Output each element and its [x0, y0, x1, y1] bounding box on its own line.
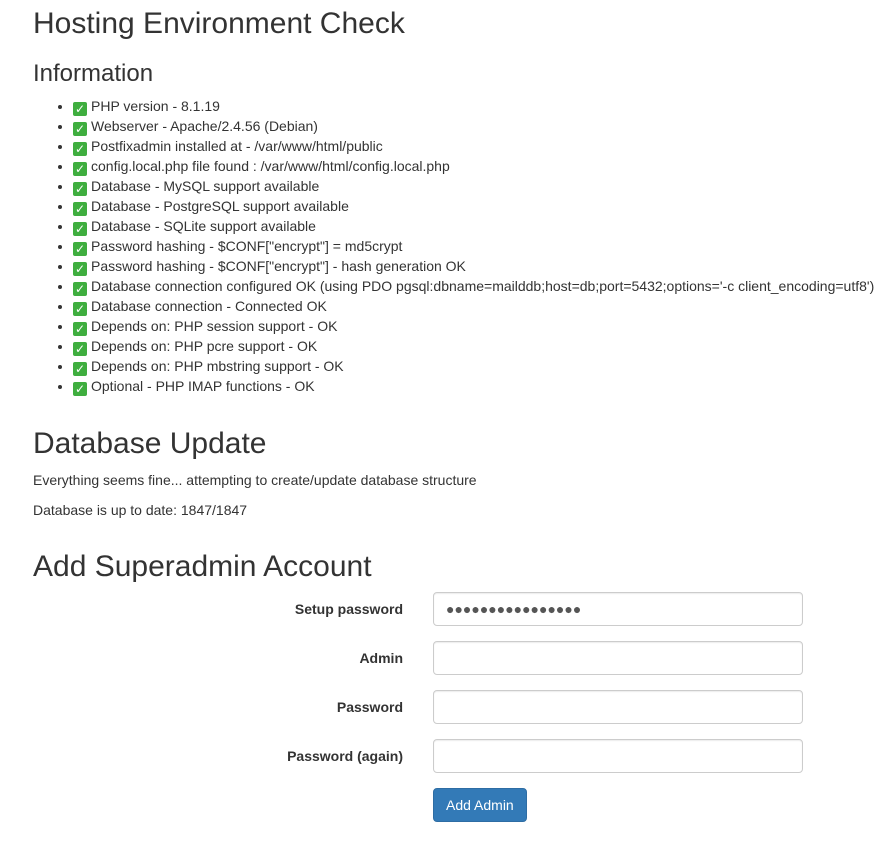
check-item: ✓ PHP version - 8.1.19 [73, 96, 874, 116]
check-item-text: Database connection - Connected OK [91, 298, 327, 314]
check-item: ✓ Depends on: PHP session support - OK [73, 316, 874, 336]
check-item: ✓ Database - MySQL support available [73, 176, 874, 196]
check-item: ✓ Webserver - Apache/2.4.56 (Debian) [73, 116, 874, 136]
check-mark-icon: ✓ [73, 262, 87, 276]
admin-label: Admin [359, 650, 403, 666]
environment-check-list: ✓ PHP version - 8.1.19 ✓ Webserver - Apach… [33, 96, 874, 396]
check-item: ✓ Password hashing - $CONF["encrypt"] = m… [73, 236, 874, 256]
check-item-text: Depends on: PHP mbstring support - OK [91, 358, 344, 374]
check-item: ✓ Postfixadmin installed at - /var/www/ht… [73, 136, 874, 156]
check-item-text: Depends on: PHP session support - OK [91, 318, 338, 334]
check-item-text: Postfixadmin installed at - /var/www/htm… [91, 138, 383, 154]
check-mark-icon: ✓ [73, 382, 87, 396]
password-row: Password [33, 690, 803, 724]
check-item-text: Database - PostgreSQL support available [91, 198, 349, 214]
check-mark-icon: ✓ [73, 362, 87, 376]
password-again-field[interactable] [433, 739, 803, 773]
check-mark-icon: ✓ [73, 222, 87, 236]
setup-password-label: Setup password [294, 601, 403, 617]
check-item-text: PHP version - 8.1.19 [91, 98, 220, 114]
database-update-heading: Database Update [33, 427, 267, 460]
check-item: ✓ Depends on: PHP pcre support - OK [73, 336, 874, 356]
check-item: ✓ Password hashing - $CONF["encrypt"] - h… [73, 256, 874, 276]
check-item: ✓ Optional - PHP IMAP functions - OK [73, 376, 874, 396]
add-superadmin-heading: Add Superadmin Account [33, 550, 372, 583]
information-heading: Information [33, 60, 154, 87]
check-item: ✓ Database - PostgreSQL support available [73, 196, 874, 216]
check-mark-icon: ✓ [73, 122, 87, 136]
check-item: ✓ Database connection configured OK (usin… [73, 276, 874, 296]
check-mark-icon: ✓ [73, 302, 87, 316]
check-item-text: Optional - PHP IMAP functions - OK [91, 378, 315, 394]
add-admin-button[interactable]: Add Admin [433, 788, 527, 822]
admin-field[interactable] [433, 641, 803, 675]
check-item-text: Database - MySQL support available [91, 178, 320, 194]
password-field[interactable] [433, 690, 803, 724]
database-result-text: Database is up to date: 1847/1847 [33, 502, 248, 518]
check-item: ✓ config.local.php file found : /var/www/… [73, 156, 874, 176]
setup-password-row: Setup password [33, 592, 803, 626]
password-again-label: Password (again) [287, 748, 403, 764]
check-item-text: config.local.php file found : /var/www/h… [91, 158, 450, 174]
check-item-text: Password hashing - $CONF["encrypt"] - ha… [91, 258, 466, 274]
page-title: Hosting Environment Check [33, 7, 405, 40]
check-item-text: Password hashing - $CONF["encrypt"] = md… [91, 238, 403, 254]
check-item-text: Webserver - Apache/2.4.56 (Debian) [91, 118, 318, 134]
check-item: ✓ Depends on: PHP mbstring support - OK [73, 356, 874, 376]
check-mark-icon: ✓ [73, 242, 87, 256]
check-mark-icon: ✓ [73, 282, 87, 296]
admin-row: Admin [33, 641, 803, 675]
check-item: ✓ Database - SQLite support available [73, 216, 874, 236]
setup-password-field[interactable] [433, 592, 803, 626]
check-mark-icon: ✓ [73, 142, 87, 156]
database-status-text: Everything seems fine... attempting to c… [33, 472, 477, 488]
check-item: ✓ Database connection - Connected OK [73, 296, 874, 316]
password-label: Password [336, 699, 403, 715]
check-mark-icon: ✓ [73, 102, 87, 116]
check-mark-icon: ✓ [73, 162, 87, 176]
check-item-text: Database connection configured OK (using… [91, 278, 875, 294]
check-mark-icon: ✓ [73, 342, 87, 356]
check-mark-icon: ✓ [73, 322, 87, 336]
check-item-text: Depends on: PHP pcre support - OK [91, 338, 318, 354]
check-item-text: Database - SQLite support available [91, 218, 316, 234]
check-mark-icon: ✓ [73, 182, 87, 196]
check-mark-icon: ✓ [73, 202, 87, 216]
password-again-row: Password (again) [33, 739, 803, 773]
